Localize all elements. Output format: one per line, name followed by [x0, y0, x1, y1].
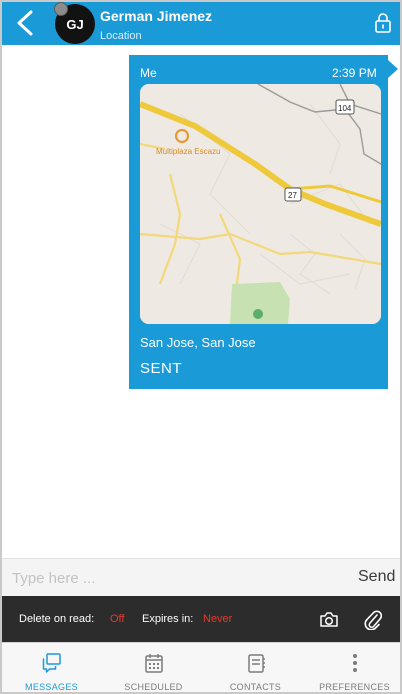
avatar-initials: GJ — [66, 16, 84, 32]
route-badge-27: 27 — [288, 191, 297, 200]
messages-icon — [42, 653, 61, 673]
message-time: 2:39 PM — [332, 66, 377, 80]
tab-label: MESSAGES — [25, 682, 78, 692]
more-vertical-icon — [352, 654, 357, 672]
route-badge-104: 104 — [338, 104, 352, 113]
tab-label: SCHEDULED — [124, 682, 183, 692]
tab-preferences[interactable]: PREFERENCES — [305, 643, 402, 693]
expires-in-value[interactable]: Never — [203, 613, 232, 625]
tab-scheduled[interactable]: SCHEDULED — [104, 643, 203, 693]
map-place-label: Multiplaza Escazu — [156, 147, 220, 156]
paperclip-icon[interactable] — [364, 608, 382, 630]
contacts-icon — [247, 654, 265, 673]
presence-dot — [54, 2, 68, 16]
map-graphic: Multiplaza Escazu 104 27 — [140, 84, 381, 324]
message-sender: Me — [140, 66, 157, 80]
calendar-icon — [144, 654, 163, 673]
tab-messages[interactable]: MESSAGES — [2, 643, 101, 693]
conversation-header: GJ German Jimenez Location — [2, 2, 400, 45]
delete-on-read-label: Delete on read: — [19, 613, 95, 625]
location-text: San Jose, San Jose — [140, 335, 256, 350]
message-status: SENT — [140, 360, 183, 377]
app-frame: GJ German Jimenez Location Me 2:39 PM Mu… — [0, 0, 402, 694]
tab-label: PREFERENCES — [319, 682, 390, 692]
camera-icon[interactable] — [319, 611, 339, 628]
message-input[interactable] — [12, 565, 312, 591]
bottom-tab-bar: MESSAGES SCHEDULED CONTACTS PREFERENCES — [2, 642, 400, 692]
delete-on-read-value[interactable]: Off — [110, 613, 124, 625]
contact-name[interactable]: German Jimenez — [100, 8, 212, 24]
back-arrow-icon[interactable] — [14, 9, 36, 37]
lock-icon[interactable] — [374, 13, 392, 33]
location-map[interactable]: Multiplaza Escazu 104 27 — [140, 84, 381, 324]
contact-subtitle: Location — [100, 30, 142, 42]
tab-contacts[interactable]: CONTACTS — [206, 643, 305, 693]
tab-label: CONTACTS — [229, 682, 282, 692]
expires-in-label: Expires in: — [142, 613, 194, 625]
bubble-tail — [388, 60, 398, 78]
compose-bar: Send — [2, 558, 400, 596]
send-button[interactable]: Send — [358, 568, 395, 586]
message-options-bar: Delete on read: Off Expires in: Never — [2, 596, 400, 642]
